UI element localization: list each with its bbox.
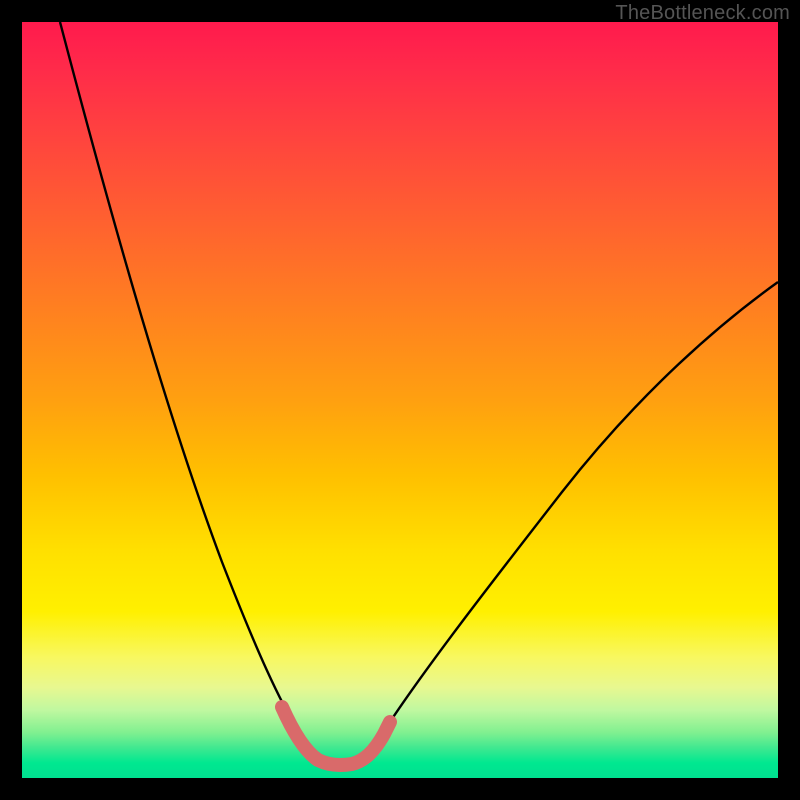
watermark-text: TheBottleneck.com [615,2,790,25]
curve-path [60,22,778,762]
bottleneck-curve [22,22,778,778]
chart-frame: TheBottleneck.com [0,0,800,800]
trough-highlight [282,707,390,765]
plot-area [22,22,778,778]
